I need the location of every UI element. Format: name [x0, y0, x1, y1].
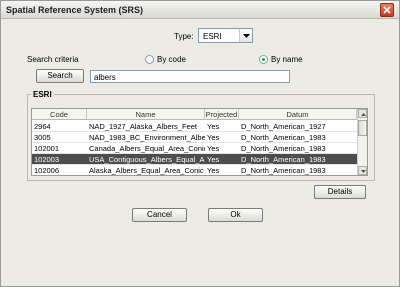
by-code-label[interactable]: By code — [157, 55, 186, 64]
by-name-label[interactable]: By name — [271, 55, 303, 64]
by-name-radio[interactable] — [259, 55, 268, 64]
column-header-name[interactable]: Name — [87, 109, 205, 120]
table-row[interactable]: 102006 Alaska_Albers_Equal_Area_Conic Yes D… — [32, 165, 357, 175]
search-input-value: albers — [94, 73, 116, 82]
column-header-datum[interactable]: Datum — [239, 109, 357, 120]
table-row[interactable]: 2964 NAD_1927_Alaska_Albers_Feet Yes D_Nort… — [32, 121, 357, 132]
cell-name: Canada_Albers_Equal_Area_Conic — [89, 144, 205, 153]
chevron-down-icon — [243, 34, 250, 38]
cell-datum: D_North_American_1983 — [241, 133, 326, 142]
cell-code: 102001 — [34, 144, 60, 153]
type-label: Type: — [174, 32, 194, 41]
search-button[interactable]: Search — [36, 69, 84, 83]
cell-datum: D_North_American_1927 — [241, 122, 326, 131]
cell-projected: Yes — [207, 133, 220, 142]
cancel-button[interactable]: Cancel — [132, 208, 187, 222]
cell-code: 3005 — [34, 133, 51, 142]
chevron-up-icon — [361, 113, 366, 116]
srs-table[interactable]: Code Name Projected Datum 2964 NAD_1927_A… — [31, 108, 368, 176]
cell-code: 102003 — [34, 155, 60, 164]
table-row[interactable]: 102003 USA_Contiguous_Albers_Equal_A... Ye… — [32, 154, 357, 165]
cell-name: NAD_1983_BC_Environment_Albers — [89, 133, 205, 142]
esri-group-title: ESRI — [31, 90, 54, 99]
type-select[interactable]: ESRI — [198, 28, 253, 43]
cell-code: 2964 — [34, 122, 51, 131]
title-bar[interactable]: Spatial Reference System (SRS) — [1, 1, 399, 19]
scroll-down-button[interactable] — [358, 166, 367, 175]
cell-code: 102006 — [34, 166, 60, 175]
radio-selected-dot — [262, 58, 265, 61]
column-header-code[interactable]: Code — [32, 109, 87, 120]
close-button[interactable] — [380, 3, 394, 17]
table-header: Code Name Projected Datum — [32, 109, 357, 120]
cell-projected: Yes — [207, 155, 220, 164]
cell-projected: Yes — [207, 122, 220, 131]
column-header-projected[interactable]: Projected — [205, 109, 239, 120]
table-row[interactable]: 3005 NAD_1983_BC_Environment_Albers Yes D_N… — [32, 132, 357, 143]
scroll-up-button[interactable] — [358, 109, 367, 118]
chevron-down-icon — [361, 170, 366, 173]
cell-datum: D_North_American_1983 — [241, 166, 326, 175]
cell-name: Alaska_Albers_Equal_Area_Conic — [89, 166, 204, 175]
dropdown-arrow[interactable] — [239, 29, 252, 42]
cell-name: NAD_1927_Alaska_Albers_Feet — [89, 122, 197, 131]
scroll-thumb[interactable] — [358, 120, 367, 136]
cell-projected: Yes — [207, 144, 220, 153]
cell-datum: D_North_American_1983 — [241, 155, 326, 164]
ok-button[interactable]: Ok — [208, 208, 263, 222]
window-title: Spatial Reference System (SRS) — [6, 5, 144, 15]
table-row[interactable]: 102001 Canada_Albers_Equal_Area_Conic Yes D… — [32, 143, 357, 154]
cell-projected: Yes — [207, 166, 220, 175]
search-criteria-label: Search criteria — [27, 55, 79, 64]
close-icon — [383, 6, 391, 14]
by-code-radio[interactable] — [145, 55, 154, 64]
cell-datum: D_North_American_1983 — [241, 144, 326, 153]
table-scrollbar[interactable] — [357, 109, 367, 175]
type-select-value: ESRI — [203, 32, 222, 41]
cell-name: USA_Contiguous_Albers_Equal_A... — [89, 155, 205, 164]
srs-dialog: Spatial Reference System (SRS) Type: ESR… — [0, 0, 400, 287]
details-button[interactable]: Details — [314, 185, 366, 199]
search-input[interactable]: albers — [90, 70, 290, 83]
